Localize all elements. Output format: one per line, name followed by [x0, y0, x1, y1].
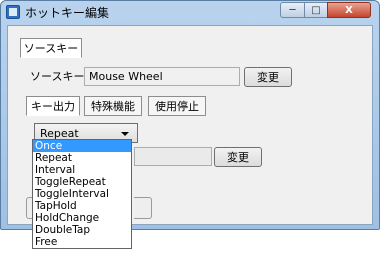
mode-dropdown-list[interactable]: Once Repeat Interval ToggleRepeat Toggle…: [32, 139, 132, 249]
dropdown-option-togglerepeat[interactable]: ToggleRepeat: [33, 176, 131, 188]
minimize-icon: ─: [289, 4, 296, 16]
output-key-change-button[interactable]: 変更: [214, 147, 262, 167]
maximize-button[interactable]: □: [304, 2, 328, 18]
tab-source-key-label: ソースキー: [23, 42, 79, 55]
title-bar[interactable]: ホットキー編集 ─ □ X: [1, 1, 379, 23]
dropdown-option-toggleinterval[interactable]: ToggleInterval: [33, 188, 131, 200]
dropdown-option-interval[interactable]: Interval: [33, 164, 131, 176]
source-key-change-button[interactable]: 変更: [244, 67, 292, 87]
tab-disable[interactable]: 使用停止: [148, 96, 206, 116]
source-key-field[interactable]: Mouse Wheel: [84, 67, 240, 86]
dropdown-option-doubletap[interactable]: DoubleTap: [33, 224, 131, 236]
minimize-button[interactable]: ─: [280, 2, 305, 18]
dropdown-option-taphold[interactable]: TapHold: [33, 200, 131, 212]
cancel-button[interactable]: [134, 197, 152, 219]
dropdown-option-repeat[interactable]: Repeat: [33, 152, 131, 164]
tab-special-function[interactable]: 特殊機能: [84, 96, 142, 116]
output-key-field[interactable]: [134, 147, 212, 166]
dropdown-option-once[interactable]: Once: [33, 140, 131, 152]
close-icon: X: [345, 4, 353, 16]
dropdown-option-free[interactable]: Free: [33, 236, 131, 248]
tab-source-key[interactable]: ソースキー: [20, 38, 82, 58]
close-button[interactable]: X: [327, 2, 371, 18]
source-key-label: ソースキー: [30, 70, 85, 83]
tab-key-output[interactable]: キー出力: [26, 96, 80, 116]
app-icon: [6, 5, 20, 19]
chevron-down-icon: [121, 132, 129, 136]
dropdown-option-holdchange[interactable]: HoldChange: [33, 212, 131, 224]
window-title: ホットキー編集: [25, 6, 110, 20]
maximize-icon: □: [311, 4, 321, 16]
